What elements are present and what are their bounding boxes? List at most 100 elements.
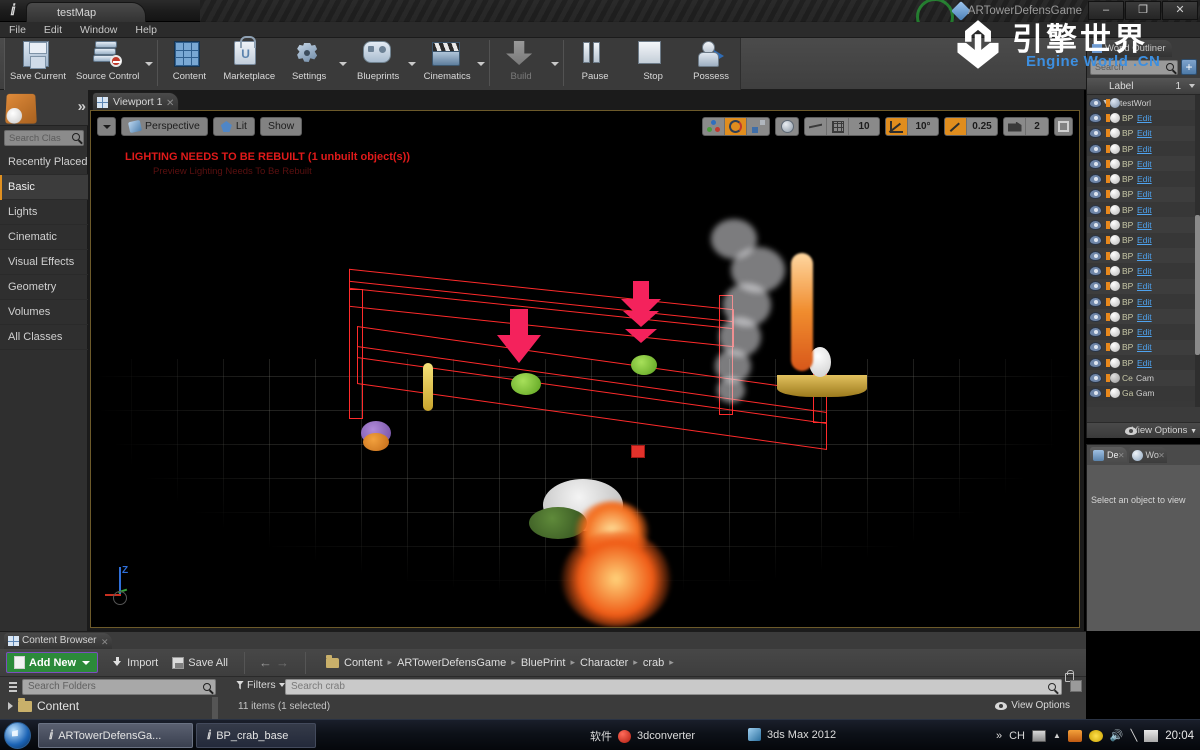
outliner-row-edit-link[interactable]: Edit: [1137, 144, 1152, 154]
maximize-button[interactable]: ❐: [1125, 1, 1161, 20]
viewport-3d[interactable]: LIGHTING NEEDS TO BE REBUILT (1 unbuilt …: [90, 110, 1080, 628]
visibility-eye-icon[interactable]: [1089, 250, 1102, 261]
tray-shield-icon[interactable]: [1088, 729, 1103, 742]
outliner-row-edit-link[interactable]: Edit: [1137, 281, 1152, 291]
menu-window[interactable]: Window: [71, 22, 126, 38]
outliner-row[interactable]: BP Edit: [1087, 263, 1200, 279]
pause-button[interactable]: Pause: [566, 38, 624, 90]
outliner-row-edit-link[interactable]: Edit: [1137, 235, 1152, 245]
content-browser-tab[interactable]: Content Browser ✕: [4, 633, 113, 650]
document-tab-testmap[interactable]: testMap: [26, 2, 146, 22]
visibility-eye-icon[interactable]: [1089, 143, 1102, 154]
build-button[interactable]: Build: [492, 38, 550, 90]
outliner-row-edit-link[interactable]: Edit: [1137, 205, 1152, 215]
menu-help[interactable]: Help: [126, 22, 166, 38]
outliner-row[interactable]: BP Edit: [1087, 309, 1200, 325]
breadcrumb-content[interactable]: Content: [344, 657, 383, 669]
outliner-row[interactable]: BP Edit: [1087, 217, 1200, 233]
outliner-row-edit-link[interactable]: Edit: [1137, 358, 1152, 368]
outliner-row[interactable]: BP Edit: [1087, 140, 1200, 157]
outliner-row[interactable]: BP Edit: [1087, 202, 1200, 218]
visibility-eye-icon[interactable]: [1089, 97, 1102, 108]
filters-button[interactable]: Filters: [236, 679, 285, 691]
outliner-row-edit-link[interactable]: Edit: [1137, 327, 1152, 337]
build-dropdown[interactable]: [550, 38, 561, 90]
outliner-row-edit-link[interactable]: Edit: [1137, 342, 1152, 352]
sources-tree-scrollbar[interactable]: [212, 697, 218, 720]
world-outliner-tab[interactable]: World Outliner: [1089, 40, 1172, 57]
outliner-row[interactable]: BP Edit: [1087, 355, 1200, 371]
menu-file[interactable]: File: [0, 22, 35, 38]
tray-network-icon[interactable]: ╲: [1131, 729, 1138, 742]
outliner-row[interactable]: BP Edit: [1087, 110, 1200, 126]
outliner-row[interactable]: BP Edit: [1087, 186, 1200, 203]
settings-button[interactable]: Settings: [280, 38, 338, 90]
ime-indicator[interactable]: CH: [1009, 730, 1025, 742]
viewport-tab[interactable]: Viewport 1 ✕: [92, 92, 180, 110]
outliner-row-edit-link[interactable]: Edit: [1137, 251, 1152, 261]
breadcrumb-blueprint[interactable]: BluePrint: [521, 657, 566, 669]
chevron-double-right-icon[interactable]: »: [78, 98, 87, 115]
outliner-row-edit-link[interactable]: Edit: [1137, 189, 1152, 199]
visibility-eye-icon[interactable]: [1089, 342, 1102, 353]
menu-edit[interactable]: Edit: [35, 22, 71, 38]
visibility-eye-icon[interactable]: [1089, 158, 1102, 169]
save-all-button[interactable]: Save All: [172, 656, 228, 669]
outliner-row[interactable]: BP Edit: [1087, 339, 1200, 356]
outliner-row[interactable]: BP Edit: [1087, 125, 1200, 141]
outliner-view-options[interactable]: View Options ▼: [1087, 422, 1200, 438]
outliner-row-edit-link[interactable]: Edit: [1137, 297, 1152, 307]
surface-snap-button[interactable]: [805, 118, 827, 135]
minimize-button[interactable]: –: [1088, 1, 1124, 20]
search-classes-input[interactable]: Search Clas: [4, 130, 84, 146]
tab-world-settings[interactable]: Wo ✕: [1128, 447, 1167, 463]
outliner-scrollbar[interactable]: [1195, 95, 1200, 407]
scale-snap-value[interactable]: 0.25: [967, 118, 997, 135]
rotation-snap-value[interactable]: 10°: [908, 118, 938, 135]
expand-arrow-icon[interactable]: [8, 702, 13, 710]
visibility-eye-icon[interactable]: [1089, 327, 1102, 338]
visibility-eye-icon[interactable]: [1089, 357, 1102, 368]
outliner-tree[interactable]: ▼ testWorl BPEdit BPEdit BPEdit BPEdit B…: [1087, 95, 1200, 407]
outliner-row-camera[interactable]: Ce Cam: [1087, 370, 1200, 386]
outliner-row-edit-link[interactable]: Edit: [1137, 266, 1152, 276]
category-visual-effects[interactable]: Visual Effects: [0, 250, 88, 275]
outliner-row-gamemode[interactable]: Ga Gam: [1087, 385, 1200, 401]
outliner-root-row[interactable]: ▼ testWorl: [1087, 95, 1200, 111]
possess-button[interactable]: Possess: [682, 38, 740, 90]
rotate-gizmo-button[interactable]: [725, 118, 747, 135]
visibility-eye-icon[interactable]: [1089, 311, 1102, 322]
close-icon[interactable]: ✕: [101, 634, 109, 650]
breadcrumb-crab[interactable]: crab: [643, 657, 664, 669]
visibility-eye-icon[interactable]: [1089, 204, 1102, 215]
view-mode-dropdown[interactable]: Lit: [212, 117, 255, 136]
visibility-eye-icon[interactable]: [1089, 388, 1102, 399]
tab-details[interactable]: De ✕: [1090, 447, 1127, 463]
tray-volume-icon[interactable]: 🔊: [1110, 729, 1124, 742]
stop-button[interactable]: Stop: [624, 38, 682, 90]
category-recently-placed[interactable]: Recently Placed: [0, 150, 88, 175]
cinematics-dropdown[interactable]: [476, 38, 487, 90]
scale-snap-button[interactable]: [945, 118, 967, 135]
outliner-row-edit-link[interactable]: Edit: [1137, 174, 1152, 184]
taskbar-item-bp-crab[interactable]: ⅈ BP_crab_base: [196, 723, 316, 748]
sources-tree-content-node[interactable]: Content: [8, 697, 79, 713]
cinematics-button[interactable]: Cinematics: [418, 38, 476, 90]
visibility-eye-icon[interactable]: [1089, 220, 1102, 231]
maximize-viewport-button[interactable]: [1054, 117, 1073, 136]
camera-speed-value[interactable]: 2: [1026, 118, 1048, 135]
sort-arrow-icon[interactable]: [1189, 84, 1195, 88]
blueprints-dropdown[interactable]: [407, 38, 418, 90]
settings-dropdown[interactable]: [338, 38, 349, 90]
content-view-options-button[interactable]: View Options: [995, 700, 1070, 711]
translate-gizmo-button[interactable]: [703, 118, 725, 135]
outliner-row-edit-link[interactable]: Edit: [1137, 113, 1152, 123]
scale-gizmo-button[interactable]: [747, 118, 769, 135]
taskbar-3dsmax-label[interactable]: 3ds Max 2012: [767, 729, 836, 741]
marketplace-button[interactable]: Marketplace: [218, 36, 280, 90]
outliner-row[interactable]: BP Edit: [1087, 232, 1200, 248]
nav-back-button[interactable]: ←: [259, 655, 272, 670]
source-control-button[interactable]: Source Control: [71, 38, 144, 90]
category-volumes[interactable]: Volumes: [0, 300, 88, 325]
import-button[interactable]: Import: [112, 656, 158, 669]
